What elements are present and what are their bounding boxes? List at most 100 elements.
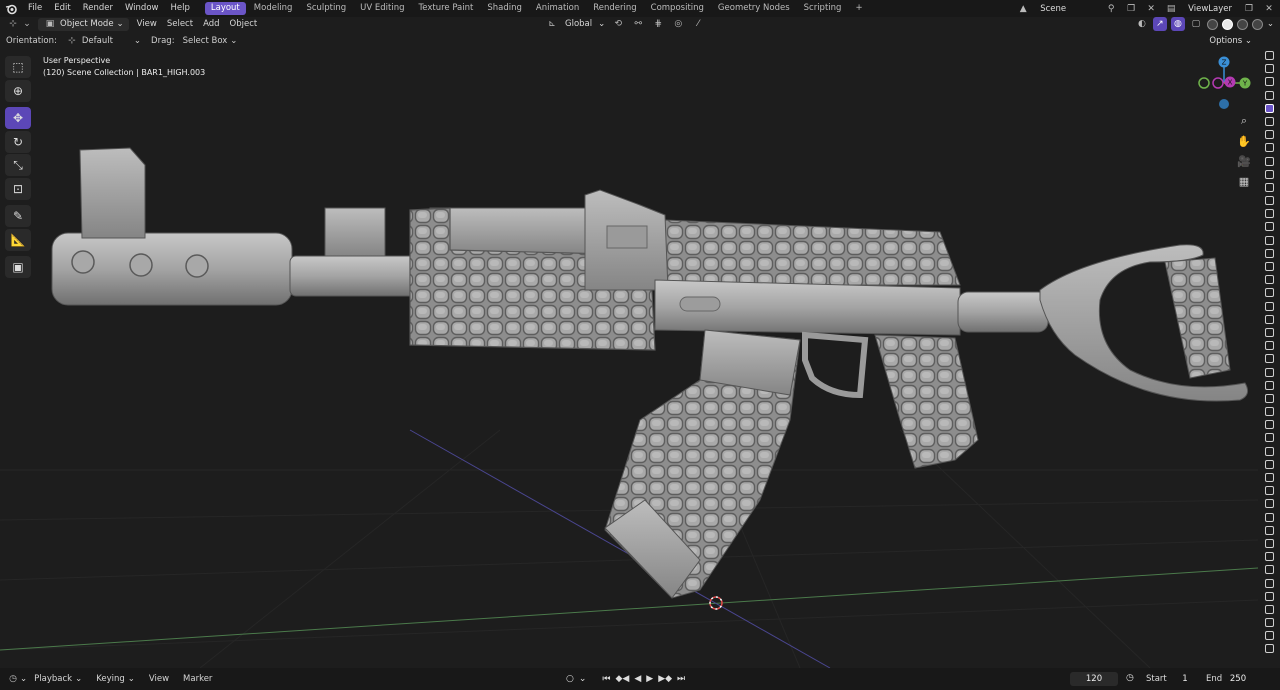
camera-visibility-icon[interactable] (1264, 116, 1274, 126)
menu-file[interactable]: File (22, 0, 48, 17)
select-box-tool[interactable]: ⬚ (5, 56, 31, 78)
new-view-layer-icon[interactable]: ❐ (1242, 2, 1256, 16)
camera-visibility-icon[interactable] (1264, 77, 1274, 87)
play-reverse-icon[interactable]: ◀ (634, 674, 641, 684)
current-frame-field[interactable]: 120 (1070, 672, 1118, 686)
camera-visibility-icon[interactable] (1264, 380, 1274, 390)
camera-visibility-icon[interactable] (1264, 90, 1274, 100)
menu-window[interactable]: Window (119, 0, 165, 17)
camera-visibility-icon[interactable] (1264, 420, 1274, 430)
jump-start-icon[interactable]: ⏮ (602, 674, 610, 684)
camera-visibility-icon[interactable] (1264, 327, 1274, 337)
tab-modeling[interactable]: Modeling (248, 2, 299, 15)
tab-animation[interactable]: Animation (530, 2, 585, 15)
mode-selector[interactable]: ▣ Object Mode ⌄ (38, 17, 129, 31)
camera-visibility-icon[interactable] (1264, 367, 1274, 377)
menu-add[interactable]: Add (198, 19, 224, 29)
camera-visibility-icon[interactable] (1264, 130, 1274, 140)
camera-visibility-icon[interactable] (1264, 51, 1274, 60)
camera-visibility-icon[interactable] (1264, 393, 1274, 403)
proportional-edit-icon[interactable]: ◎ (671, 17, 685, 31)
camera-visibility-icon[interactable] (1264, 591, 1274, 601)
delete-scene-icon[interactable]: ✕ (1144, 2, 1158, 16)
chevron-down-icon[interactable]: ⌄ (598, 19, 605, 29)
tab-geometry-nodes[interactable]: Geometry Nodes (712, 2, 796, 15)
camera-visibility-icon[interactable] (1264, 618, 1274, 628)
xray-icon[interactable]: ▢ (1189, 17, 1203, 31)
move-tool[interactable]: ✥ (5, 107, 31, 129)
auto-keying-icon[interactable]: ○ (566, 674, 574, 684)
camera-visibility-icon[interactable] (1264, 235, 1274, 245)
camera-visibility-icon[interactable] (1264, 262, 1274, 271)
tab-shading[interactable]: Shading (481, 2, 528, 15)
orientation-dropdown[interactable]: ⊹ Default ⌄ (61, 34, 145, 48)
timeline-editor-icon[interactable]: ◷ (6, 672, 20, 686)
camera-visibility-icon[interactable] (1264, 578, 1274, 588)
view-layer-icon[interactable]: ▤ (1164, 2, 1178, 16)
perspective-grid-icon[interactable]: ▦ (1235, 172, 1253, 190)
scale-tool[interactable]: ⤡ (5, 154, 31, 176)
snap-target-icon[interactable]: ⋕ (651, 17, 665, 31)
camera-visibility-icon[interactable] (1264, 209, 1274, 219)
tab-uv-editing[interactable]: UV Editing (354, 2, 410, 15)
rifle-model[interactable] (51, 147, 1249, 599)
options-button[interactable]: Options ⌄ (1209, 33, 1252, 49)
falloff-icon[interactable]: ⁄ (691, 17, 705, 31)
chevron-down-icon[interactable]: ⌄ (20, 674, 27, 684)
scene-selector[interactable]: Scene (1036, 4, 1070, 14)
camera-visibility-icon[interactable] (1264, 301, 1274, 311)
jump-end-icon[interactable]: ⏭ (677, 674, 685, 684)
camera-visibility-icon[interactable] (1264, 407, 1274, 417)
scene-icon[interactable]: ▲ (1016, 2, 1030, 16)
camera-visibility-icon[interactable] (1264, 644, 1274, 654)
snap-icon[interactable]: ⚯ (631, 17, 645, 31)
add-workspace-button[interactable]: + (849, 2, 868, 15)
camera-visibility-icon[interactable] (1264, 354, 1274, 364)
tab-sculpting[interactable]: Sculpting (300, 2, 352, 15)
camera-visibility-icon[interactable] (1264, 64, 1274, 74)
pan-hand-icon[interactable]: ✋ (1235, 132, 1253, 150)
chevron-down-icon[interactable]: ⌄ (20, 17, 34, 31)
wireframe-shading-button[interactable] (1206, 18, 1218, 30)
end-frame-field[interactable]: 250 (1224, 672, 1252, 686)
next-keyframe-icon[interactable]: ▶◆ (658, 674, 672, 684)
transform-tool[interactable]: ⊡ (5, 177, 31, 200)
camera-visibility-icon[interactable] (1264, 446, 1274, 456)
rotate-tool[interactable]: ↻ (5, 130, 31, 153)
menu-view[interactable]: View (132, 19, 162, 29)
camera-visibility-icon[interactable] (1264, 604, 1274, 614)
tab-rendering[interactable]: Rendering (587, 2, 642, 15)
menu-playback[interactable]: Playback ⌄ (27, 674, 89, 684)
rendered-shading-button[interactable] (1251, 18, 1263, 30)
menu-render[interactable]: Render (77, 0, 119, 17)
chevron-down-icon[interactable]: ⌄ (1267, 19, 1274, 29)
camera-visibility-icon[interactable] (1264, 222, 1274, 232)
zoom-icon[interactable]: ⌕ (1235, 112, 1253, 130)
new-scene-icon[interactable]: ❐ (1124, 2, 1138, 16)
editor-type-icon[interactable]: ⊹ (6, 17, 20, 31)
delete-view-layer-icon[interactable]: ✕ (1262, 2, 1276, 16)
pivot-point-icon[interactable]: ⟲ (611, 17, 625, 31)
menu-edit[interactable]: Edit (48, 0, 76, 17)
camera-visibility-icon[interactable] (1264, 433, 1274, 443)
blender-logo-icon[interactable] (0, 3, 22, 15)
camera-visibility-icon[interactable] (1264, 512, 1274, 522)
tab-scripting[interactable]: Scripting (798, 2, 848, 15)
menu-keying[interactable]: Keying ⌄ (89, 674, 142, 684)
chevron-down-icon[interactable]: ⌄ (579, 674, 587, 684)
start-frame-field[interactable]: 1 (1170, 672, 1200, 686)
camera-visibility-icon[interactable] (1264, 341, 1274, 351)
viewport-canvas[interactable] (0, 49, 1258, 668)
camera-visibility-icon[interactable] (1264, 103, 1274, 113)
camera-visibility-icon[interactable] (1264, 288, 1274, 298)
camera-visibility-icon[interactable] (1264, 143, 1274, 153)
menu-marker[interactable]: Marker (176, 674, 219, 684)
camera-visibility-icon[interactable] (1264, 156, 1274, 166)
pin-icon[interactable]: ⚲ (1104, 2, 1118, 16)
gizmo-neg-z[interactable] (1219, 99, 1229, 109)
visibility-icon[interactable]: ◐ (1135, 17, 1149, 31)
camera-view-icon[interactable]: 🎥 (1235, 152, 1253, 170)
solid-shading-button[interactable] (1221, 18, 1233, 30)
camera-visibility-icon[interactable] (1264, 538, 1274, 548)
camera-visibility-icon[interactable] (1264, 314, 1274, 324)
